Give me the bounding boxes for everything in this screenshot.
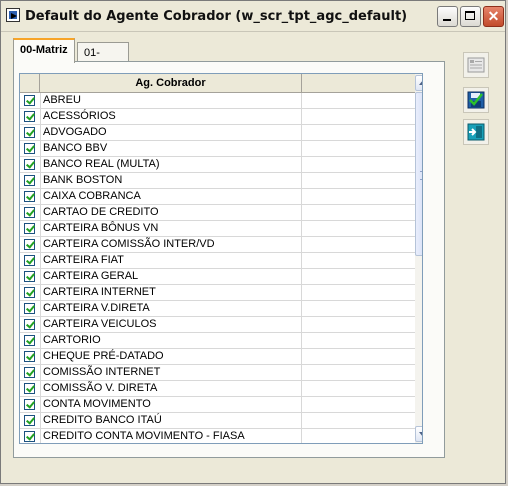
tab-panel: Ag. Cobrador ABREU ACESSÓRIOS ADVOGADO BANC… <box>13 61 445 458</box>
table-row[interactable]: BANCO REAL (MULTA) <box>20 157 415 173</box>
table-row[interactable]: CHEQUE PRÉ-DATADO <box>20 349 415 365</box>
tab-filial[interactable]: 01-Filial <box>77 42 129 79</box>
maximize-button[interactable] <box>460 6 481 27</box>
row-checkbox[interactable] <box>24 351 35 362</box>
table-row[interactable]: ABREU <box>20 93 415 109</box>
table-row[interactable]: CAIXA COBRANCA <box>20 189 415 205</box>
row-checkbox[interactable] <box>24 207 35 218</box>
table-row[interactable]: ACESSÓRIOS <box>20 109 415 125</box>
table-row[interactable]: CARTEIRA VEICULOS <box>20 317 415 333</box>
row-checkbox[interactable] <box>24 335 35 346</box>
row-label: ACESSÓRIOS <box>40 109 302 124</box>
table-row[interactable]: COMISSÃO INTERNET <box>20 365 415 381</box>
column-header-ag-cobrador[interactable]: Ag. Cobrador <box>40 74 302 92</box>
table-row[interactable]: BANK BOSTON <box>20 173 415 189</box>
row-label: CONTA MOVIMENTO <box>40 397 302 412</box>
row-checkbox[interactable] <box>24 303 35 314</box>
row-label: BANK BOSTON <box>40 173 302 188</box>
list-view-button[interactable] <box>463 52 489 78</box>
row-checkbox[interactable] <box>24 271 35 282</box>
row-checkbox[interactable] <box>24 367 35 378</box>
row-label: ADVOGADO <box>40 125 302 140</box>
tab-matriz[interactable]: 00-Matriz <box>13 38 75 63</box>
row-label: CARTAO DE CREDITO <box>40 205 302 220</box>
row-checkbox[interactable] <box>24 383 35 394</box>
scroll-down-icon <box>419 432 422 437</box>
scroll-down-button[interactable] <box>415 426 422 442</box>
table-row[interactable]: CONTA MOVIMENTO <box>20 397 415 413</box>
row-label: CARTEIRA V.DIRETA <box>40 301 302 316</box>
list-view-icon <box>467 57 485 73</box>
row-label: COMISSÃO INTERNET <box>40 365 302 380</box>
table-row[interactable]: COMISSÃO V. DIRETA <box>20 381 415 397</box>
minimize-button[interactable] <box>437 6 458 27</box>
main-window: Default do Agente Cobrador (w_scr_tpt_ag… <box>0 0 506 484</box>
row-label: CREDITO CONTA MOVIMENTO - FIASA <box>40 429 302 443</box>
row-label: CARTEIRA VEICULOS <box>40 317 302 332</box>
table-row[interactable]: CARTEIRA GERAL <box>20 269 415 285</box>
table-row[interactable]: BANCO BBV <box>20 141 415 157</box>
row-checkbox[interactable] <box>24 223 35 234</box>
table-row[interactable]: CARTORIO <box>20 333 415 349</box>
table-row[interactable]: CARTEIRA COMISSÃO INTER/VD <box>20 237 415 253</box>
table-row[interactable]: CREDITO BANCO ITAÚ <box>20 413 415 429</box>
maximize-icon <box>465 11 475 20</box>
row-checkbox[interactable] <box>24 287 35 298</box>
row-checkbox[interactable] <box>24 159 35 170</box>
scroll-up-icon <box>419 80 422 85</box>
row-label: COMISSÃO V. DIRETA <box>40 381 302 396</box>
title-bar[interactable]: Default do Agente Cobrador (w_scr_tpt_ag… <box>1 1 505 32</box>
row-label: CREDITO BANCO ITAÚ <box>40 413 302 428</box>
scroll-up-button[interactable] <box>415 75 422 91</box>
row-label: BANCO REAL (MULTA) <box>40 157 302 172</box>
row-checkbox[interactable] <box>24 95 35 106</box>
scroll-thumb[interactable] <box>415 92 422 256</box>
window-title: Default do Agente Cobrador (w_scr_tpt_ag… <box>25 9 408 24</box>
grid-header: Ag. Cobrador <box>20 74 422 93</box>
row-checkbox[interactable] <box>24 175 35 186</box>
row-label: CARTORIO <box>40 333 302 348</box>
grip-icon <box>420 171 422 180</box>
side-toolbar <box>456 45 496 151</box>
exit-door-icon <box>467 123 485 141</box>
save-button[interactable] <box>463 87 489 113</box>
grid-rows: ABREU ACESSÓRIOS ADVOGADO BANCO BBV BANCO RE… <box>20 93 415 443</box>
row-label: CARTEIRA BÔNUS VN <box>40 221 302 236</box>
row-checkbox[interactable] <box>24 399 35 410</box>
app-icon[interactable] <box>6 8 20 22</box>
row-checkbox[interactable] <box>24 255 35 266</box>
table-row[interactable]: CARTEIRA BÔNUS VN <box>20 221 415 237</box>
row-label: ABREU <box>40 93 302 108</box>
row-checkbox[interactable] <box>24 431 35 442</box>
row-checkbox[interactable] <box>24 239 35 250</box>
table-row[interactable]: CARTEIRA V.DIRETA <box>20 301 415 317</box>
row-label: BANCO BBV <box>40 141 302 156</box>
header-check-column <box>20 74 40 92</box>
row-checkbox[interactable] <box>24 111 35 122</box>
close-icon: ✕ <box>487 8 500 24</box>
row-label: CHEQUE PRÉ-DATADO <box>40 349 302 364</box>
row-label: CARTEIRA INTERNET <box>40 285 302 300</box>
row-checkbox[interactable] <box>24 319 35 330</box>
row-checkbox[interactable] <box>24 191 35 202</box>
table-row[interactable]: CARTEIRA FIAT <box>20 253 415 269</box>
row-label: CARTEIRA FIAT <box>40 253 302 268</box>
table-row[interactable]: CARTEIRA INTERNET <box>20 285 415 301</box>
row-checkbox[interactable] <box>24 127 35 138</box>
table-row[interactable]: CREDITO CONTA MOVIMENTO - FIASA <box>20 429 415 443</box>
save-check-icon <box>467 91 485 109</box>
row-label: CARTEIRA COMISSÃO INTER/VD <box>40 237 302 252</box>
row-label: CARTEIRA GERAL <box>40 269 302 284</box>
row-label: CAIXA COBRANCA <box>40 189 302 204</box>
close-button[interactable]: ✕ <box>483 6 504 27</box>
table-row[interactable]: CARTAO DE CREDITO <box>20 205 415 221</box>
table-row[interactable]: ADVOGADO <box>20 125 415 141</box>
exit-button[interactable] <box>463 119 489 145</box>
agent-grid: Ag. Cobrador ABREU ACESSÓRIOS ADVOGADO BANC… <box>19 73 423 444</box>
minimize-icon <box>443 19 451 21</box>
client-area: 00-Matriz 01-Filial Ag. Cobrador ABREUAC… <box>5 32 501 462</box>
vertical-scrollbar[interactable] <box>415 74 422 443</box>
row-checkbox[interactable] <box>24 143 35 154</box>
row-checkbox[interactable] <box>24 415 35 426</box>
